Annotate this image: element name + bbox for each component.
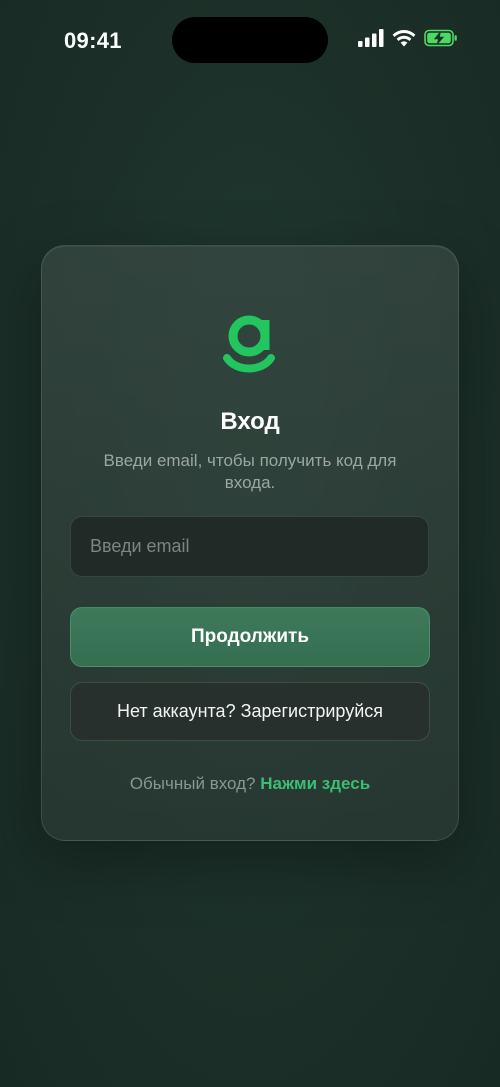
continue-button[interactable]: Продолжить [70, 607, 430, 667]
battery-charging-icon [424, 29, 457, 47]
alt-login-prefix: Обычный вход? [129, 774, 256, 793]
continue-button-label: Продолжить [190, 626, 310, 647]
cellular-signal-icon [358, 29, 384, 47]
page-subtitle: Введи email, чтобы получить код для вход… [103, 451, 397, 492]
alt-login-row: Обычный вход? Нажми здесь [0, 774, 500, 794]
register-button-label: Нет аккаунта? Зарегистрируйся [116, 701, 384, 721]
status-time: 09:41 [64, 28, 122, 53]
wifi-icon [392, 30, 416, 47]
brand-g-logo-icon [223, 315, 275, 373]
register-button[interactable]: Нет аккаунта? Зарегистрируйся [70, 682, 430, 741]
status-bar: 09:41 [0, 0, 500, 80]
status-icons [358, 29, 458, 47]
page-title: Вход [220, 408, 280, 435]
dynamic-island [172, 17, 328, 63]
email-field[interactable] [70, 516, 429, 577]
alt-login-link[interactable]: Нажми здесь [260, 774, 370, 793]
